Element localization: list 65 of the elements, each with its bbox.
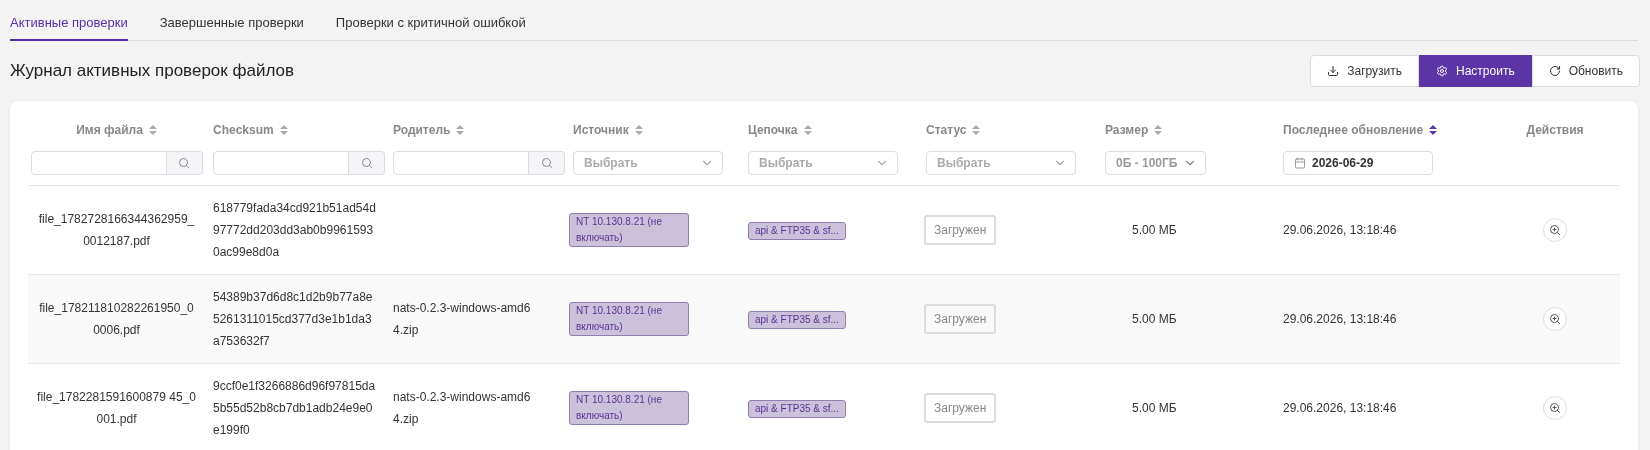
- file-name-cell-text: file_1782728166344362959_0012187.pdf: [37, 211, 196, 250]
- zoom-in-button[interactable]: [1543, 218, 1567, 242]
- column-header[interactable]: Источник: [573, 123, 643, 137]
- size-cell-text: 5.00 МБ: [1131, 222, 1178, 239]
- column-header[interactable]: Размер: [1105, 123, 1163, 137]
- settings-icon: [1436, 65, 1448, 77]
- size-cell-text: 5.00 МБ: [1131, 400, 1178, 417]
- download-icon: [1327, 65, 1340, 77]
- source-tag: NT 10.130.8.21 (не включать): [569, 212, 689, 247]
- checksum-cell-text: 54389b37d6d8c1d2b9b77a8e5261311015cd377d3e1b1da3a753632f7: [212, 289, 374, 350]
- column-header: Действия: [1526, 123, 1584, 137]
- checksum-cell-text: 9ccf0e1f3266886d96f97815da5b55d52b8cb7db1adb24e9e0e199f0: [212, 378, 377, 439]
- parent-cell: nats-0.2.3-windows-amd64.zip: [393, 301, 531, 337]
- search-icon: [178, 157, 190, 169]
- tab[interactable]: Завершенные проверки: [159, 15, 304, 41]
- chain-tag: api & FTP35 & sf...: [748, 400, 846, 418]
- tab[interactable]: Активные проверки: [10, 15, 128, 41]
- source-tag: NT 10.130.8.21 (не включать): [569, 390, 689, 425]
- source-tag: NT 10.130.8.21 (не включать): [569, 301, 689, 336]
- zoom-in-button[interactable]: [1543, 307, 1567, 331]
- select-field[interactable]: Выбрать: [926, 151, 1076, 175]
- size-range-select[interactable]: 0Б - 100ГБ: [1105, 151, 1207, 175]
- column-header[interactable]: Цепочка: [748, 123, 812, 137]
- search-field[interactable]: [393, 151, 529, 175]
- status-label: Загружен: [924, 393, 997, 423]
- search-button[interactable]: [166, 151, 203, 175]
- search-field[interactable]: [213, 151, 349, 175]
- search-button[interactable]: [529, 151, 565, 175]
- chain-tag: api & FTP35 & sf...: [748, 311, 846, 329]
- search-icon: [540, 157, 553, 169]
- search-icon: [360, 157, 373, 169]
- sort-icon[interactable]: [1429, 125, 1438, 135]
- zoom-in-icon: [1549, 313, 1561, 325]
- date-cell-text: 29.06.2026, 13:18:46: [1282, 222, 1398, 239]
- date-cell-text: 29.06.2026, 13:18:46: [1282, 400, 1398, 417]
- refresh-button[interactable]: Обновить: [1531, 55, 1640, 87]
- zoom-in-button[interactable]: [1543, 396, 1567, 420]
- download-button[interactable]: Загрузить: [1310, 55, 1419, 87]
- settings-button[interactable]: Настроить: [1419, 55, 1532, 87]
- status-label: Загружен: [924, 304, 997, 334]
- date-cell-text: 29.06.2026, 13:18:46: [1282, 311, 1398, 328]
- zoom-in-icon: [1549, 402, 1561, 414]
- calendar-icon: [1294, 157, 1306, 169]
- zoom-in-icon: [1549, 224, 1561, 236]
- file-name-cell-text: file_1782281591600879 45_0001.pdf: [36, 389, 197, 428]
- tab[interactable]: Проверки с критичной ошибкой: [335, 15, 526, 41]
- column-header[interactable]: Последнее обновление: [1283, 123, 1438, 137]
- search-button[interactable]: [349, 151, 385, 175]
- chain-tag: api & FTP35 & sf...: [748, 222, 846, 240]
- checksum-cell-text: 618779fada34cd921b51ad54d97772dd203dd3ab0b99615930ac99e8d0a: [212, 200, 377, 261]
- parent-cell: nats-0.2.3-windows-amd64.zip: [393, 390, 531, 426]
- date-field[interactable]: 2026-06-29: [1283, 151, 1433, 175]
- status-label: Загружен: [924, 215, 997, 245]
- column-header[interactable]: Родитель: [393, 123, 465, 137]
- search-field[interactable]: [30, 151, 167, 175]
- select-field[interactable]: Выбрать: [748, 151, 898, 175]
- page-title: Журнал активных проверок файлов: [10, 61, 294, 81]
- column-header[interactable]: Checksum: [213, 123, 288, 137]
- file-name-cell-text: file_178211810282261950_00006.pdf: [38, 300, 195, 339]
- select-field[interactable]: Выбрать: [573, 151, 723, 175]
- refresh-icon: [1548, 65, 1561, 77]
- date-value: 2026-06-29: [1312, 156, 1374, 170]
- size-cell-text: 5.00 МБ: [1131, 311, 1178, 328]
- column-header[interactable]: Имя файла: [76, 123, 157, 137]
- column-header[interactable]: Статус: [926, 123, 981, 137]
